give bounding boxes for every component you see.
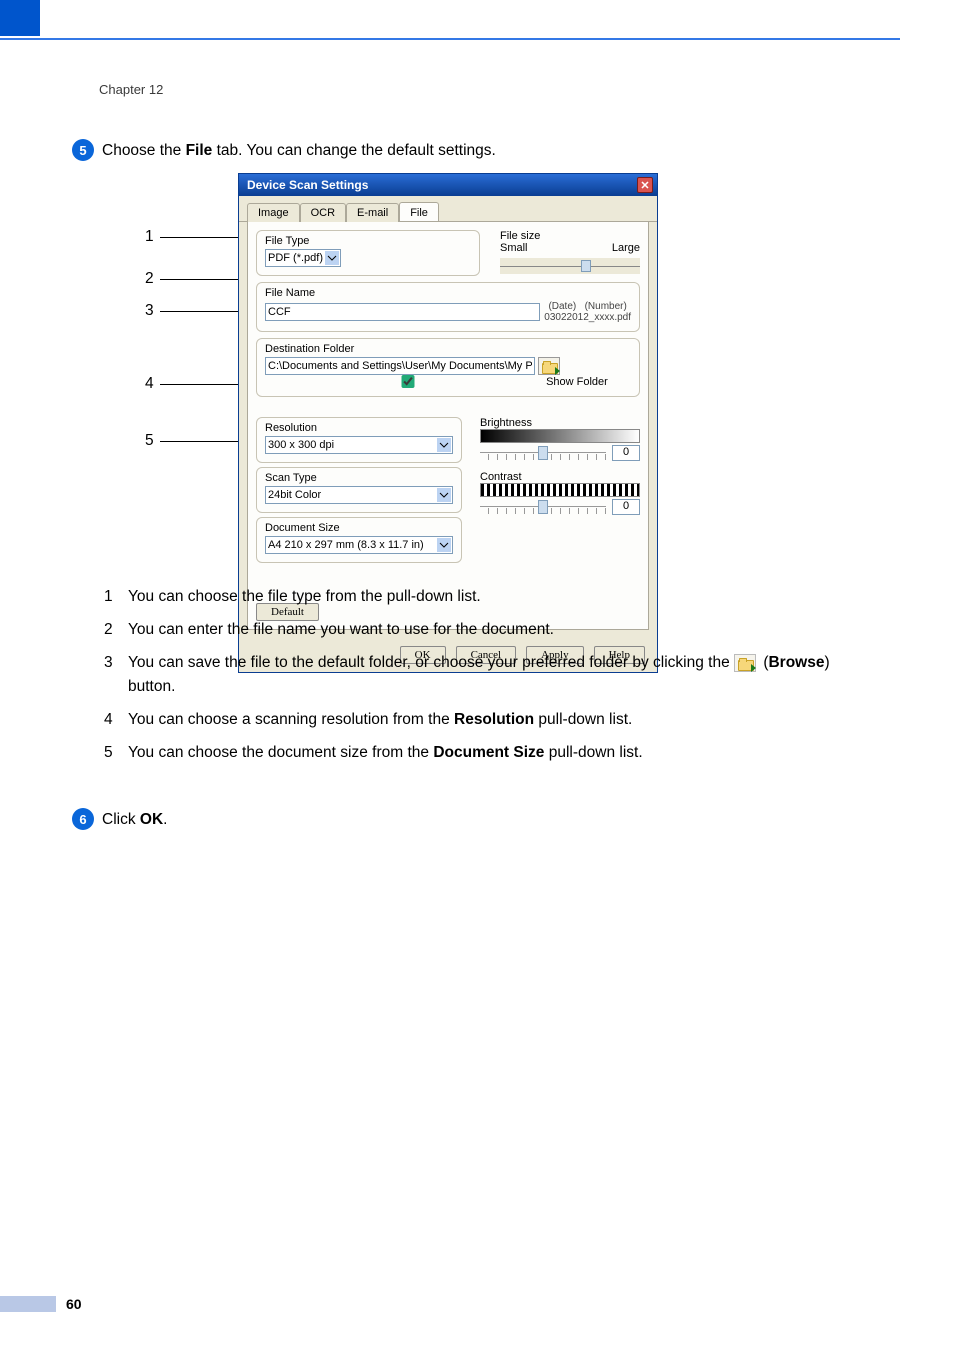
file-size-large: Large bbox=[612, 242, 640, 254]
dialog-titlebar: Device Scan Settings ✕ bbox=[239, 174, 657, 196]
file-type-group: File Type PDF (*.pdf) bbox=[256, 230, 480, 276]
tab-ocr[interactable]: OCR bbox=[300, 203, 346, 222]
slider-thumb-icon[interactable] bbox=[538, 446, 548, 460]
scan-type-group: Scan Type 24bit Color bbox=[256, 467, 462, 513]
brightness-label: Brightness bbox=[480, 417, 640, 429]
file-name-pattern: (Date) (Number) 03022012_xxxx.pdf bbox=[544, 301, 631, 323]
file-name-group: File Name (Date) (Number) 03022012_xxxx.… bbox=[256, 282, 640, 332]
list-number: 2 bbox=[104, 618, 128, 642]
slider-thumb-icon[interactable] bbox=[538, 500, 548, 514]
resolution-label: Resolution bbox=[265, 422, 453, 434]
contrast-slider[interactable] bbox=[480, 500, 606, 514]
step-6-icon: 6 bbox=[72, 808, 94, 830]
file-type-select[interactable]: PDF (*.pdf) bbox=[265, 249, 341, 267]
list-number: 1 bbox=[104, 585, 128, 609]
tab-image[interactable]: Image bbox=[247, 203, 300, 222]
destination-folder-label: Destination Folder bbox=[265, 343, 631, 355]
scan-type-select[interactable]: 24bit Color bbox=[265, 486, 453, 504]
list-item: You can choose the document size from th… bbox=[128, 741, 864, 765]
brightness-gradient bbox=[480, 429, 640, 443]
tab-strip: Image OCR E-mail File bbox=[239, 196, 657, 222]
folder-icon bbox=[542, 361, 556, 372]
close-icon[interactable]: ✕ bbox=[637, 177, 653, 193]
page-footer: 60 bbox=[0, 1296, 82, 1312]
destination-folder-group: Destination Folder Show Folder bbox=[256, 338, 640, 397]
file-size-slider[interactable] bbox=[500, 258, 640, 274]
resolution-group: Resolution 300 x 300 dpi bbox=[256, 417, 462, 463]
list-number: 5 bbox=[104, 741, 128, 765]
page-number: 60 bbox=[66, 1296, 82, 1312]
show-folder-label: Show Folder bbox=[546, 376, 608, 388]
tab-email[interactable]: E-mail bbox=[346, 203, 399, 222]
list-number: 3 bbox=[104, 651, 128, 699]
file-size-small: Small bbox=[500, 242, 528, 254]
browse-icon bbox=[734, 654, 756, 672]
show-folder-checkbox[interactable] bbox=[273, 375, 543, 388]
document-size-group: Document Size A4 210 x 297 mm (8.3 x 11.… bbox=[256, 517, 462, 563]
document-size-select[interactable]: A4 210 x 297 mm (8.3 x 11.7 in) bbox=[265, 536, 453, 554]
list-number: 4 bbox=[104, 708, 128, 732]
file-name-input[interactable] bbox=[265, 303, 540, 321]
list-item: You can enter the file name you want to … bbox=[128, 618, 864, 642]
resolution-select[interactable]: 300 x 300 dpi bbox=[265, 436, 453, 454]
step-5-text: Choose the File tab. You can change the … bbox=[102, 142, 496, 160]
dialog-title: Device Scan Settings bbox=[247, 178, 368, 192]
slider-thumb-icon[interactable] bbox=[581, 260, 591, 272]
list-item: You can save the file to the default fol… bbox=[128, 651, 864, 699]
contrast-value: 0 bbox=[612, 499, 640, 515]
step-6-text: Click OK. bbox=[102, 811, 167, 829]
document-size-label: Document Size bbox=[265, 522, 453, 534]
side-tab bbox=[0, 0, 40, 36]
file-name-label: File Name bbox=[265, 287, 631, 299]
file-size-label: File size bbox=[500, 230, 640, 242]
file-type-label: File Type bbox=[265, 235, 471, 247]
brightness-slider[interactable] bbox=[480, 446, 606, 460]
list-item: You can choose the file type from the pu… bbox=[128, 585, 864, 609]
footer-bar bbox=[0, 1296, 56, 1312]
destination-folder-input[interactable] bbox=[265, 357, 535, 375]
tab-file[interactable]: File bbox=[399, 202, 439, 221]
chapter-label: Chapter 12 bbox=[99, 82, 163, 97]
scan-type-label: Scan Type bbox=[265, 472, 453, 484]
contrast-label: Contrast bbox=[480, 471, 640, 483]
description-list: 1 You can choose the file type from the … bbox=[104, 585, 864, 774]
contrast-stripes bbox=[480, 483, 640, 497]
file-size-group: File size Small Large bbox=[500, 230, 640, 282]
brightness-value: 0 bbox=[612, 445, 640, 461]
header-rule bbox=[0, 38, 900, 40]
browse-button[interactable] bbox=[538, 357, 560, 375]
step-5-icon: 5 bbox=[72, 139, 94, 161]
list-item: You can choose a scanning resolution fro… bbox=[128, 708, 864, 732]
